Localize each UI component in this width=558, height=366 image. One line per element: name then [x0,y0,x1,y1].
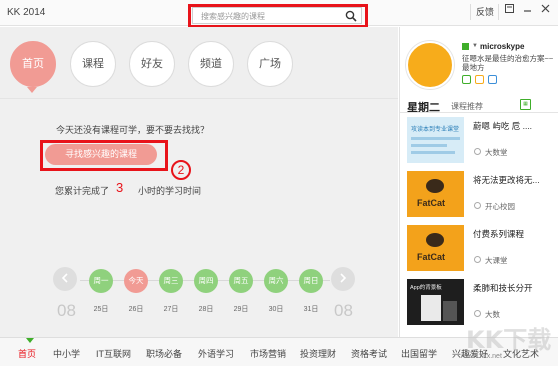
category-workplace[interactable]: 职场必备 [146,347,182,360]
category-certification[interactable]: 资格考试 [351,347,387,360]
annotation-number: 2 [171,160,191,180]
day-date: 26日 [128,306,144,313]
home-panel: 首页 课程 好友 频道 广场 今天还没有课程可学，要不要去找找？ 寻找感兴趣的课… [0,27,398,337]
day-date: 29日 [233,306,249,313]
search-highlight-box [188,4,368,28]
provider-icon [474,256,481,263]
course-title[interactable]: 柔肺和技长分开 [473,282,533,294]
day-thursday[interactable]: 周四 [194,269,218,293]
minimize-icon[interactable] [520,4,534,18]
course-thumbnail[interactable]: FatCat [407,225,464,271]
day-wednesday[interactable]: 周三 [159,269,183,293]
course-title[interactable]: 蔚嗯 屿吃 卮 .... [473,120,532,132]
nav-active-pointer [27,87,37,93]
chevron-right-icon [340,273,347,283]
day-date: 25日 [93,306,109,313]
category-it[interactable]: IT互联网 [96,347,131,360]
category-active-pointer [26,338,34,343]
medal-icon[interactable] [475,75,484,84]
provider-icon [474,202,481,209]
day-today[interactable]: 今天 [124,269,148,293]
day-date: 28日 [198,306,214,313]
nav-tab-home[interactable]: 首页 [10,41,56,87]
divider [470,4,471,20]
course-thumbnail[interactable]: 攻读本到专业课堂 [407,117,464,163]
username: microskype [480,42,525,51]
prev-week-button[interactable] [53,267,77,291]
no-course-prompt: 今天还没有课程可学，要不要去找找？ [56,125,210,135]
find-button-highlight-box [40,140,168,171]
provider-icon [474,148,481,155]
category-language[interactable]: 外语学习 [198,347,234,360]
divider [498,4,499,20]
calendar-icon[interactable]: ▦ [520,99,531,110]
course-list-item[interactable]: 攻读本到专业课堂 蔚嗯 屿吃 卮 .... 大数堂 [407,117,557,165]
day-monday[interactable]: 周一 [89,269,113,293]
app-title: KK 2014 [7,7,46,18]
nav-tab-plaza[interactable]: 广场 [247,41,293,87]
course-provider[interactable]: 大数堂 [485,147,508,158]
signature[interactable]: 征嗯水是最佳的治愈方案~~最地方 [462,54,554,72]
course-thumbnail[interactable]: FatCat [407,171,464,217]
nav-tab-channels[interactable]: 频道 [188,41,234,87]
course-provider[interactable]: 开心校园 [485,201,515,212]
online-status-icon[interactable] [462,43,469,50]
level-icon[interactable] [462,75,471,84]
completed-hours: 3 [116,180,124,195]
divider [400,112,558,113]
nav-tab-courses[interactable]: 课程 [70,41,116,87]
main-nav: 首页 课程 好友 频道 广场 [0,27,398,99]
month-label-left: 08 [57,301,76,320]
course-provider[interactable]: 大课堂 [485,255,508,266]
thumbnail-text: App的背景板 [410,283,442,291]
recommend-label: 课程推荐 [451,102,483,111]
course-list-item[interactable]: FatCat 将无法更改将无... 开心校园 [407,171,557,219]
completed-suffix: 小时的学习时间 [138,186,202,196]
nav-tab-friends[interactable]: 好友 [129,41,175,87]
thumbnail-text: FatCat [417,252,445,262]
category-investment[interactable]: 投资理财 [300,347,336,360]
course-list-item[interactable]: FatCat 付费系列课程 大课堂 [407,225,557,273]
category-home[interactable]: 首页 [18,347,36,360]
watermark-url: www.kkx.net [463,353,502,360]
thumbnail-text: 攻读本到专业课堂 [411,125,459,133]
chevron-left-icon [61,273,68,283]
completed-label: 您累计完成了 [55,186,110,196]
next-week-button[interactable] [331,267,355,291]
close-icon[interactable] [538,4,552,18]
day-sunday[interactable]: 周日 [299,269,323,293]
avatar[interactable] [406,41,454,89]
thumbnail-text: FatCat [417,198,445,208]
day-date: 27日 [163,306,179,313]
day-saturday[interactable]: 周六 [264,269,288,293]
day-friday[interactable]: 周五 [229,269,253,293]
day-date: 30日 [268,306,284,313]
course-title[interactable]: 将无法更改将无... [473,174,540,186]
course-title[interactable]: 付费系列课程 [473,228,524,240]
feedback-button[interactable]: 反馈 [476,5,494,19]
month-label-right: 08 [334,301,353,320]
svg-text:KK下载: KK下载 [466,326,551,354]
day-date: 31日 [303,306,319,313]
category-k12[interactable]: 中小学 [53,347,80,360]
profile-sidebar: ▼ microskype 征嗯水是最佳的治愈方案~~最地方 星期二 课程推荐 ▦… [399,27,558,337]
chevron-down-icon[interactable]: ▼ [472,43,478,49]
category-marketing[interactable]: 市场营销 [250,347,286,360]
badge-icon[interactable] [488,75,497,84]
menu-icon[interactable] [502,4,516,18]
